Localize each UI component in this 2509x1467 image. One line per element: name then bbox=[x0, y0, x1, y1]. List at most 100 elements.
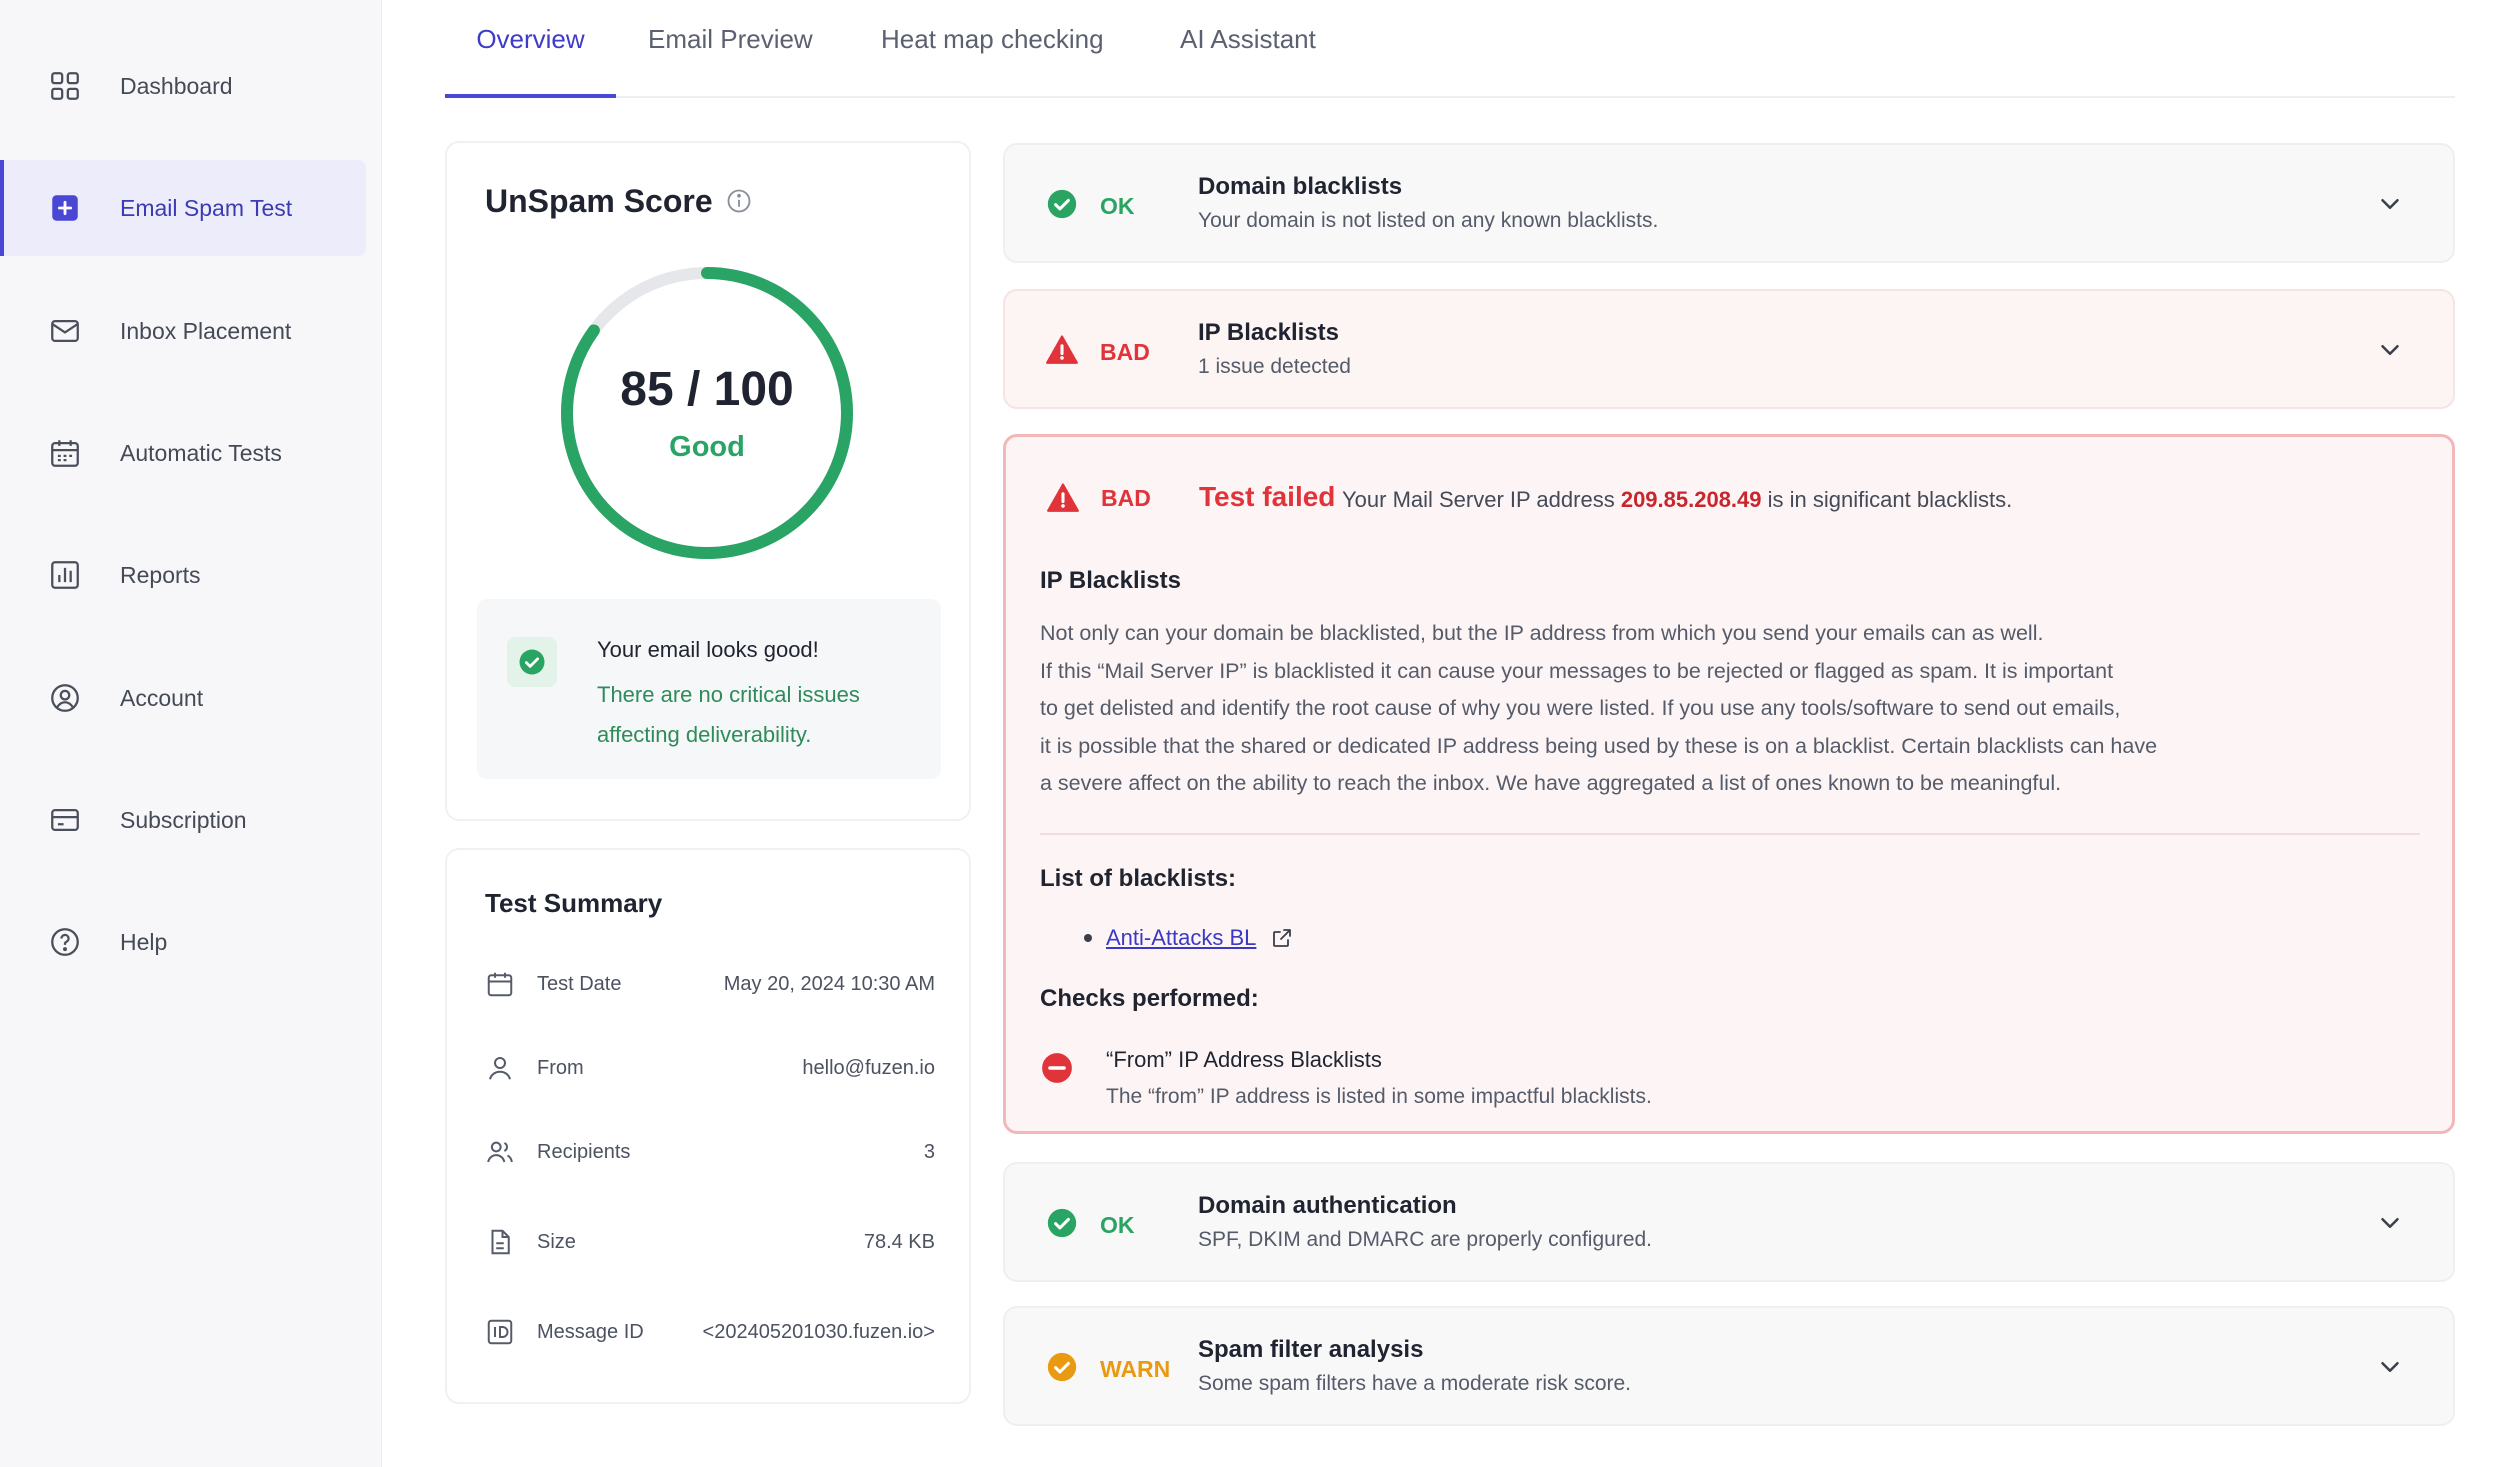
credit-card-icon bbox=[48, 803, 82, 837]
calendar-icon bbox=[487, 972, 513, 997]
status-badge: BAD bbox=[1100, 339, 1150, 365]
dashboard-icon bbox=[48, 69, 82, 103]
check-circle-icon bbox=[1047, 1208, 1077, 1238]
checks-heading: Checks performed: bbox=[1040, 985, 1259, 1012]
check-circle-icon bbox=[1047, 189, 1077, 219]
sidebar-item-label: Dashboard bbox=[120, 72, 233, 99]
tab-overview[interactable]: Overview bbox=[445, 24, 616, 98]
help-circle-icon bbox=[48, 925, 82, 959]
check-ip-blacklists[interactable]: BAD IP Blacklists 1 issue detected bbox=[1003, 289, 2455, 409]
warning-triangle-icon bbox=[1047, 483, 1079, 512]
sidebar-item-email-spam-test[interactable]: Email Spam Test bbox=[0, 160, 366, 256]
summary-row-size: Size 78.4 KB bbox=[485, 1222, 935, 1262]
check-description: 1 issue detected bbox=[1198, 355, 1351, 378]
score-value: 85 / 100 bbox=[620, 363, 794, 416]
summary-row-from: From hello@fuzen.io bbox=[485, 1048, 935, 1088]
summary-label: Test Date bbox=[537, 972, 622, 995]
status-badge: OK bbox=[1100, 1212, 1135, 1238]
check-domain-blacklists[interactable]: OK Domain blacklists Your domain is not … bbox=[1003, 143, 2455, 263]
status-badge: OK bbox=[1100, 193, 1135, 219]
minus-circle-icon bbox=[1042, 1053, 1072, 1083]
summary-label: Message ID bbox=[537, 1320, 644, 1343]
sidebar-item-help[interactable]: Help bbox=[0, 894, 366, 990]
sidebar-item-label: Subscription bbox=[120, 806, 247, 833]
external-link-icon[interactable] bbox=[1270, 926, 1294, 950]
paragraph-line: it is possible that the shared or dedica… bbox=[1040, 733, 2158, 758]
mail-icon bbox=[48, 314, 82, 348]
sidebar-item-label: Reports bbox=[120, 561, 201, 588]
check-description: SPF, DKIM and DMARC are properly configu… bbox=[1198, 1228, 1653, 1251]
paragraph-line: If this “Mail Server IP” is blacklisted … bbox=[1040, 658, 2114, 683]
summary-label: Recipients bbox=[537, 1140, 631, 1163]
check-title: IP Blacklists bbox=[1198, 319, 1339, 346]
bullet bbox=[1084, 934, 1092, 942]
summary-value: 78.4 KB bbox=[863, 1230, 935, 1253]
failed-title: Test failed bbox=[1199, 481, 1336, 512]
info-icon[interactable] bbox=[725, 187, 753, 215]
plus-square-icon bbox=[48, 191, 82, 225]
summary-value: May 20, 2024 10:30 AM bbox=[723, 972, 935, 995]
sidebar-item-label: Email Spam Test bbox=[120, 194, 293, 221]
check-title: Domain authentication bbox=[1198, 1192, 1457, 1219]
summary-title: Test Summary bbox=[485, 888, 663, 918]
gauge-text: 85 / 100 Good bbox=[557, 263, 857, 563]
blacklist-item: Anti-Attacks BL bbox=[1084, 925, 1294, 951]
chevron-down-icon[interactable] bbox=[2375, 1352, 2405, 1382]
check-spam-filter-analysis[interactable]: WARN Spam filter analysis Some spam filt… bbox=[1003, 1306, 2455, 1426]
score-title: UnSpam Score bbox=[485, 183, 713, 219]
sidebar-item-reports[interactable]: Reports bbox=[0, 527, 366, 623]
chevron-down-icon[interactable] bbox=[2375, 335, 2405, 365]
warning-triangle-icon bbox=[1046, 335, 1078, 364]
id-icon bbox=[487, 1319, 513, 1345]
check-description: Your domain is not listed on any known b… bbox=[1198, 209, 1659, 232]
tab-bar: Overview Email Preview Heat map checking… bbox=[445, 0, 2455, 98]
tab-ai-assistant[interactable]: AI Assistant bbox=[1180, 24, 1316, 98]
sidebar: Dashboard Email Spam Test Inbox Placemen… bbox=[0, 0, 382, 1467]
check-title: Spam filter analysis bbox=[1198, 1336, 1424, 1363]
sidebar-item-automatic-tests[interactable]: Automatic Tests bbox=[0, 405, 366, 501]
users-icon bbox=[487, 1141, 513, 1163]
status-badge: BAD bbox=[1101, 485, 1151, 511]
paragraph-line: to get delisted and identify the root ca… bbox=[1040, 696, 2121, 720]
score-card: UnSpam Score 85 / 100 Good Your email lo… bbox=[445, 141, 971, 821]
tab-email-preview[interactable]: Email Preview bbox=[648, 24, 813, 98]
summary-value: 3 bbox=[923, 1140, 935, 1163]
sidebar-item-dashboard[interactable]: Dashboard bbox=[0, 38, 366, 134]
sidebar-item-inbox-placement[interactable]: Inbox Placement bbox=[0, 283, 366, 379]
ip-address: 209.85.208.49 bbox=[1620, 487, 1762, 512]
user-icon bbox=[489, 1057, 511, 1080]
check-domain-authentication[interactable]: OK Domain authentication SPF, DKIM and D… bbox=[1003, 1162, 2455, 1282]
sidebar-item-subscription[interactable]: Subscription bbox=[0, 772, 366, 868]
status-badge: WARN bbox=[1100, 1356, 1171, 1382]
blacklist-link[interactable]: Anti-Attacks BL bbox=[1106, 925, 1256, 951]
chevron-down-icon[interactable] bbox=[2375, 189, 2405, 219]
paragraph-line: Not only can your domain be blacklisted,… bbox=[1040, 621, 2044, 645]
tab-heat-map-checking[interactable]: Heat map checking bbox=[881, 24, 1104, 98]
paragraph-line: a severe affect on the ability to reach … bbox=[1040, 771, 2062, 795]
check-title: Domain blacklists bbox=[1198, 173, 1403, 200]
sidebar-item-account[interactable]: Account bbox=[0, 650, 366, 746]
failed-msg-suffix: is in significant blacklists. bbox=[1767, 487, 2013, 512]
file-icon bbox=[491, 1229, 510, 1255]
check-description: Some spam filters have a moderate risk s… bbox=[1198, 1372, 1632, 1395]
warning-check-icon bbox=[1047, 1352, 1077, 1382]
calendar-icon bbox=[48, 436, 82, 470]
good-title: Your email looks good! bbox=[597, 637, 819, 662]
sidebar-item-label: Account bbox=[120, 684, 204, 711]
bar-chart-icon bbox=[48, 558, 82, 592]
list-heading: List of blacklists: bbox=[1040, 865, 1237, 892]
chevron-down-icon[interactable] bbox=[2375, 1208, 2405, 1238]
failed-msg-prefix: Your Mail Server IP address bbox=[1342, 487, 1615, 512]
summary-row-recipients: Recipients 3 bbox=[485, 1132, 935, 1172]
sidebar-item-label: Automatic Tests bbox=[120, 439, 282, 466]
status-message-box: Your email looks good! There are no crit… bbox=[477, 599, 941, 779]
summary-row-message-id: Message ID <202405201030.fuzen.io> bbox=[485, 1312, 935, 1352]
sidebar-item-label: Inbox Placement bbox=[120, 317, 292, 344]
detail-paragraph: Not only can your domain be blacklisted,… bbox=[1040, 615, 2340, 803]
check-performed-title: “From” IP Address Blacklists bbox=[1106, 1047, 1382, 1072]
test-summary-card: Test Summary Test Date May 20, 2024 10:3… bbox=[445, 848, 971, 1404]
score-rating: Good bbox=[669, 431, 745, 463]
summary-row-test-date: Test Date May 20, 2024 10:30 AM bbox=[485, 964, 935, 1004]
summary-label: From bbox=[537, 1056, 584, 1079]
failed-message: Your Mail Server IP address 209.85.208.4… bbox=[1342, 487, 2012, 513]
